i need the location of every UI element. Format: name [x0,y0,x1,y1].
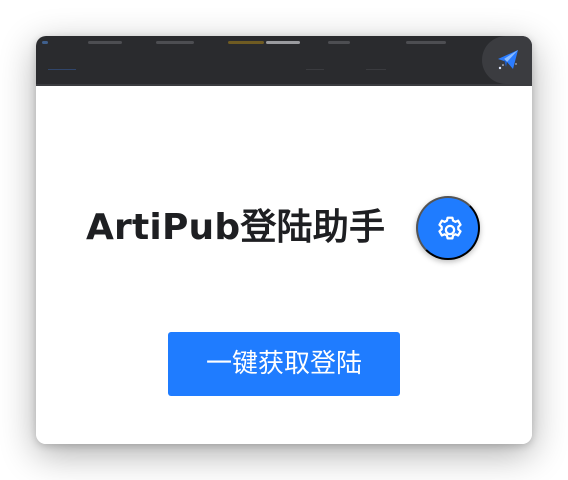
blurred-tab-marker [88,41,122,44]
browser-toolbar [36,36,532,86]
settings-button[interactable] [416,196,480,260]
artipub-extension-button[interactable] [482,36,532,84]
blurred-tab-marker [266,41,300,44]
screen-background: ArtiPub登陆助手 一键获取登陆 [0,0,568,480]
blurred-toolbar-line [306,69,324,70]
blurred-tab-marker [42,41,48,44]
get-login-button[interactable]: 一键获取登陆 [168,332,400,396]
popup-content: ArtiPub登陆助手 一键获取登陆 [36,88,532,444]
blurred-tab-marker [406,41,446,44]
blurred-tab-marker [328,41,350,44]
extension-popup-window: ArtiPub登陆助手 一键获取登陆 [36,36,532,444]
page-title: ArtiPub登陆助手 [86,207,386,248]
blurred-tab-marker [156,41,194,44]
blurred-tab-marker [228,41,264,44]
gear-icon [438,216,462,240]
blurred-toolbar-line [48,69,76,70]
title-row: ArtiPub登陆助手 [86,196,496,264]
blurred-toolbar-line [366,69,386,70]
paper-plane-icon [498,50,518,70]
